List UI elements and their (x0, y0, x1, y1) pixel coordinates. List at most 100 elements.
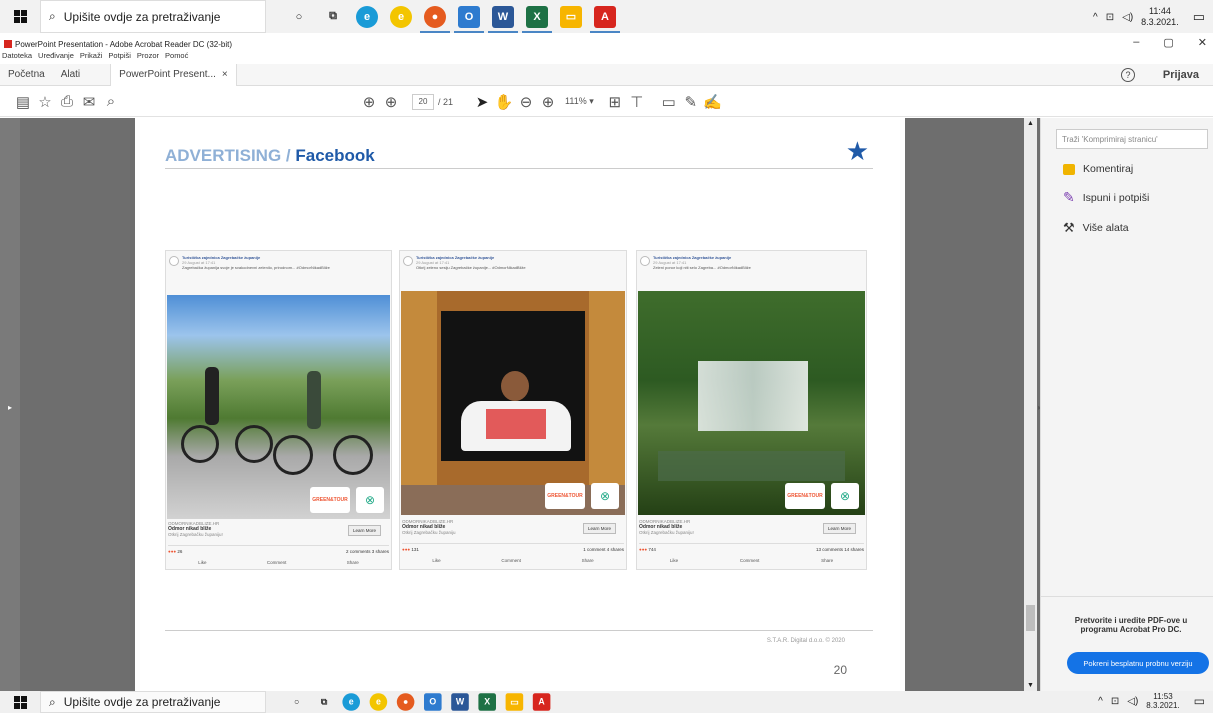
tools-search-input[interactable]: Traži 'Komprimiraj stranicu' (1056, 129, 1208, 149)
menu-edit[interactable]: Uređivanje (38, 51, 74, 63)
learn-more-button[interactable]: Learn More (347, 525, 381, 536)
free-trial-button[interactable]: Pokreni besplatnu probnu verziju (1067, 652, 1209, 674)
excel-icon[interactable]: X (522, 5, 552, 33)
sign-icon[interactable]: ✍ (702, 91, 724, 113)
learn-more-button[interactable]: Learn More (822, 523, 856, 534)
excel-icon[interactable]: X (478, 693, 496, 711)
clock[interactable]: 11:53 8.3.2021. (1146, 692, 1179, 710)
tray-chevron-icon[interactable]: ^ (1093, 12, 1098, 23)
next-page-icon[interactable]: ⊕ (380, 91, 402, 113)
scroll-up-icon[interactable]: ▲ (1027, 120, 1034, 127)
like-button[interactable]: Like (670, 558, 678, 563)
help-icon[interactable]: ? (1121, 67, 1135, 82)
star-logo-icon: ★ (845, 136, 869, 166)
save-icon[interactable]: ▤ (12, 91, 34, 113)
share-button[interactable]: Share (821, 558, 833, 563)
clock[interactable]: 11:44 8.3.2021. (1141, 6, 1179, 28)
tray-chevron-icon[interactable]: ^ (1098, 696, 1103, 707)
tool-comment[interactable]: Komentiraj (1063, 163, 1213, 175)
taskbar-search[interactable]: ⌕ Upišite ovdje za pretraživanje (40, 0, 266, 33)
acrobat-taskbar-icon[interactable]: A (590, 5, 620, 33)
bookmark-star-icon[interactable]: ☆ (34, 91, 56, 113)
file-explorer-icon[interactable]: ▭ (505, 693, 524, 711)
hand-tool-icon[interactable]: ✋ (493, 91, 515, 113)
windows-start-icon[interactable] (0, 10, 40, 23)
highlight-pen-icon[interactable]: ✎ (680, 91, 702, 113)
edge-icon[interactable]: e (356, 5, 378, 28)
tab-tools[interactable]: Alati (53, 69, 88, 80)
fit-page-icon[interactable]: ⊞ (604, 91, 626, 113)
tool-more-tools[interactable]: ⚒ Više alata (1063, 220, 1213, 236)
scrollbar-thumb[interactable] (1026, 605, 1035, 631)
comment-icon[interactable]: ▭ (658, 91, 680, 113)
close-button[interactable]: ✕ (1198, 36, 1207, 49)
maximize-button[interactable]: ▢ (1163, 36, 1173, 49)
firefox-icon[interactable]: ● (420, 5, 450, 33)
window-titlebar: PowerPoint Presentation - Adobe Acrobat … (0, 37, 1213, 51)
search-icon: ⌕ (49, 694, 56, 709)
comment-button[interactable]: Comment (501, 558, 521, 563)
menu-sign[interactable]: Potpiši (108, 51, 131, 63)
scroll-mode-icon[interactable]: ⊤ (626, 91, 648, 113)
ie-icon[interactable]: e (390, 5, 412, 28)
menu-window[interactable]: Prozor (137, 51, 159, 63)
scroll-down-icon[interactable]: ▼ (1027, 682, 1034, 689)
prev-page-icon[interactable]: ⊕ (358, 91, 380, 113)
firefox-icon[interactable]: ● (396, 693, 415, 711)
ie-icon[interactable]: e (369, 693, 388, 711)
windows-start-icon[interactable] (0, 695, 40, 709)
task-view-icon[interactable]: ⧉ (322, 6, 344, 28)
tab-document[interactable]: PowerPoint Present... × (110, 63, 237, 86)
word-icon[interactable]: W (488, 5, 518, 33)
like-button[interactable]: Like (198, 560, 206, 565)
comment-button[interactable]: Comment (740, 558, 760, 563)
minimize-button[interactable]: – (1133, 36, 1139, 49)
wrench-icon: ⚒ (1063, 220, 1075, 235)
word-icon[interactable]: W (451, 693, 469, 711)
tool-fill-sign[interactable]: ✎ Ispuni i potpiši (1063, 189, 1213, 206)
cortana-icon[interactable]: ○ (288, 6, 310, 28)
task-view-icon[interactable]: ⧉ (315, 693, 333, 711)
close-tab-icon[interactable]: × (222, 69, 228, 80)
vertical-scrollbar[interactable]: ▲ ▼ (1024, 118, 1037, 691)
menu-file[interactable]: Datoteka (2, 51, 32, 63)
taskbar-search[interactable]: ⌕ Upišite ovdje za pretraživanje (40, 691, 266, 713)
zoom-out-icon[interactable]: ⊖ (515, 91, 537, 113)
menu-help[interactable]: Pomoć (165, 51, 188, 63)
like-button[interactable]: Like (432, 558, 440, 563)
county-logo-icon: ⊗ (831, 483, 859, 509)
email-icon[interactable]: ✉ (78, 91, 100, 113)
menu-view[interactable]: Prikaži (80, 51, 103, 63)
tab-home[interactable]: Početna (0, 69, 53, 80)
zoom-select[interactable]: 111% ▾ (565, 96, 594, 107)
network-icon[interactable]: ⊡ (1106, 12, 1114, 23)
edge-icon[interactable]: e (342, 693, 360, 711)
search-icon: ⌕ (49, 9, 56, 23)
zoom-in-icon[interactable]: ⊕ (537, 91, 559, 113)
select-cursor-icon[interactable]: ➤ (471, 91, 493, 113)
cortana-icon[interactable]: ○ (288, 693, 306, 711)
network-icon[interactable]: ⊡ (1111, 696, 1119, 707)
comment-button[interactable]: Comment (267, 560, 287, 565)
signin-link[interactable]: Prijava (1163, 69, 1199, 81)
outlook-icon[interactable]: O (424, 693, 442, 711)
outlook-icon[interactable]: O (454, 5, 484, 33)
acrobat-taskbar-icon[interactable]: A (532, 693, 551, 711)
fill-sign-icon: ✎ (1063, 189, 1075, 205)
panel-divider (1041, 596, 1213, 597)
left-nav-pane[interactable]: ▸ (0, 118, 20, 691)
share-button[interactable]: Share (347, 560, 359, 565)
print-icon[interactable]: ⎙ (56, 91, 78, 113)
share-button[interactable]: Share (582, 558, 594, 563)
volume-icon[interactable]: ◁) (1127, 696, 1138, 707)
notification-icon[interactable]: ▭ (1193, 9, 1205, 25)
file-explorer-icon[interactable]: ▭ (560, 5, 582, 28)
acrobat-app-icon (4, 40, 12, 48)
notification-icon[interactable]: ▭ (1194, 694, 1205, 708)
expand-left-icon[interactable]: ▸ (8, 403, 12, 412)
learn-more-button[interactable]: Learn More (582, 523, 616, 534)
title-divider (165, 168, 873, 169)
search-icon[interactable]: ⌕ (100, 91, 122, 113)
page-number-input[interactable]: 20 (412, 93, 434, 110)
volume-icon[interactable]: ◁) (1122, 12, 1133, 23)
